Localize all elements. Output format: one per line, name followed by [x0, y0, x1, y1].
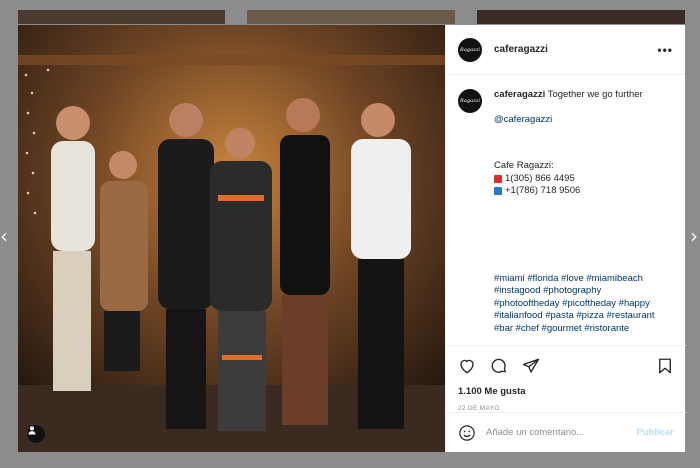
- post-header: Ragazzi caferagazzi •••: [446, 25, 685, 75]
- publish-button[interactable]: Publicar: [637, 427, 675, 438]
- action-icons: [458, 354, 674, 378]
- comment-bar: Publicar: [446, 412, 686, 452]
- phone-red-icon: [494, 174, 502, 183]
- phone-blue-icon: [494, 187, 502, 196]
- hashtag-line[interactable]: #miami #florida #love #miamibeach: [494, 273, 674, 286]
- likes-count[interactable]: 1.100 Me gusta: [458, 386, 674, 397]
- comment-icon[interactable]: [490, 357, 508, 375]
- group-photo-illustration: [18, 25, 445, 452]
- next-post-arrow[interactable]: ›: [690, 226, 698, 246]
- user-tag-icon[interactable]: [26, 424, 46, 444]
- hashtag-list: #miami #florida #love #miamibeach #insta…: [494, 273, 674, 336]
- phone-number: 1(305) 866 4495: [505, 172, 575, 184]
- caption-username[interactable]: caferagazzi: [494, 89, 545, 100]
- phone-line: 1(305) 866 4495: [494, 173, 674, 186]
- post-side-panel: Ragazzi caferagazzi ••• Ragazzi caferaga…: [445, 25, 686, 452]
- contact-title: Cafe Ragazzi:: [494, 160, 554, 171]
- post-actions: 1.100 Me gusta 22 DE MAYO: [446, 345, 686, 412]
- phone-number: +1(786) 718 9506: [505, 185, 581, 196]
- emoji-icon[interactable]: [458, 424, 476, 442]
- username-link[interactable]: caferagazzi: [494, 44, 548, 55]
- heart-icon[interactable]: [458, 357, 476, 375]
- comment-input[interactable]: [486, 427, 626, 438]
- bookmark-icon[interactable]: [656, 357, 674, 375]
- post-date: 22 DE MAYO: [458, 405, 500, 412]
- share-icon[interactable]: [522, 357, 540, 375]
- background-post-strip: [18, 10, 225, 24]
- more-options-icon[interactable]: •••: [657, 43, 673, 57]
- avatar[interactable]: Ragazzi: [458, 89, 482, 113]
- caption-area: Ragazzi caferagazzi Together we go furth…: [446, 75, 685, 343]
- background-post-strip: [477, 10, 685, 24]
- caption-text: Together we go further: [547, 89, 643, 100]
- mention-link[interactable]: @caferagazzi: [494, 114, 674, 127]
- caption-body: caferagazzi Together we go further @cafe…: [494, 89, 674, 335]
- phone-line: +1(786) 718 9506: [494, 185, 674, 198]
- post-photo[interactable]: [18, 25, 445, 452]
- contact-block: Cafe Ragazzi: 1(305) 866 4495 +1(786) 71…: [494, 160, 674, 198]
- hashtag-line[interactable]: #italianfood #pasta #pizza #restaurant: [494, 310, 674, 323]
- hashtag-line[interactable]: #instagood #photography: [494, 285, 674, 298]
- post-modal: Ragazzi caferagazzi ••• Ragazzi caferaga…: [18, 25, 686, 452]
- hashtag-line[interactable]: #bar #chef #gourmet #ristorante: [494, 323, 674, 336]
- hashtag-line[interactable]: #photooftheday #picoftheday #happy: [494, 298, 674, 311]
- background-post-strip: [247, 10, 455, 24]
- avatar[interactable]: Ragazzi: [458, 37, 482, 62]
- previous-post-arrow[interactable]: ‹: [0, 226, 8, 246]
